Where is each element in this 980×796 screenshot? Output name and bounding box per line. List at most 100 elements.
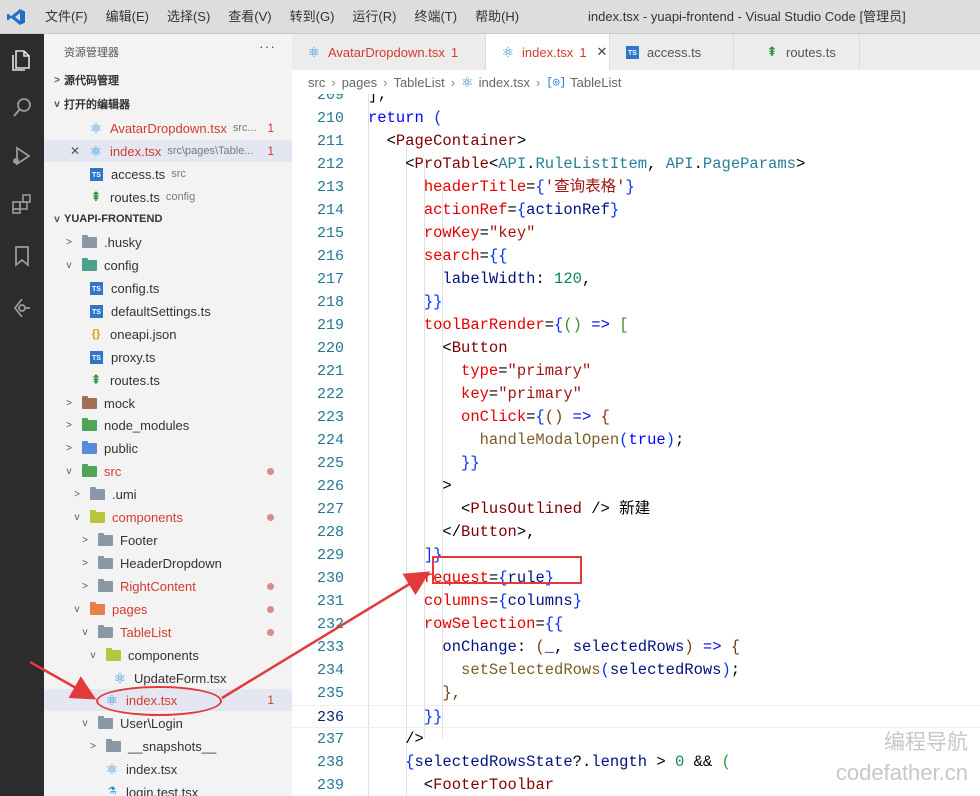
code-token: columns: [423, 592, 489, 610]
code-token: }: [572, 592, 582, 610]
code-text: <FooterToolbar: [368, 774, 554, 796]
breadcrumb-item[interactable]: TableList: [393, 75, 444, 90]
extensions-icon[interactable]: [6, 188, 38, 220]
menu-item[interactable]: 终端(T): [405, 0, 466, 34]
tree-file[interactable]: TS proxy.ts: [44, 346, 292, 368]
line-number: 220: [316, 340, 344, 357]
code-text: }}: [368, 706, 443, 729]
chevron-right-icon: >: [54, 74, 60, 86]
symbol-icon: [◎]: [546, 77, 567, 89]
tab-avatar-dropdown[interactable]: ⚛ AvatarDropdown.tsx 1: [292, 34, 486, 70]
watermark-title: 编程导航: [884, 731, 968, 754]
breadcrumb-item[interactable]: index.tsx: [479, 75, 530, 90]
breadcrumb-item[interactable]: src: [308, 75, 325, 90]
tree-folder[interactable]: v pages: [44, 598, 292, 620]
code-token: >: [647, 753, 675, 771]
code-token: =: [479, 224, 489, 242]
tree-folder[interactable]: > RightContent: [44, 575, 292, 597]
tree-folder[interactable]: > .umi: [44, 483, 292, 505]
tab-access[interactable]: TS access.ts: [610, 34, 734, 70]
breadcrumb-item[interactable]: TableList: [570, 75, 621, 90]
tree-folder[interactable]: > HeaderDropdown: [44, 552, 292, 574]
close-icon[interactable]: ✕: [70, 144, 88, 158]
code-line: 232 rowSelection={{: [292, 613, 980, 636]
code-token: search: [423, 247, 480, 265]
tree-folder[interactable]: v src: [44, 460, 292, 482]
search-icon[interactable]: [6, 92, 38, 124]
line-number: 209: [316, 94, 344, 104]
more-actions-icon[interactable]: ···: [259, 38, 276, 54]
explorer-icon[interactable]: [6, 44, 38, 76]
code-token: >,: [516, 523, 536, 541]
code-text: onClick={() => {: [368, 406, 610, 429]
code-token: ): [684, 638, 694, 656]
tree-file[interactable]: ⇞ routes.ts: [44, 369, 292, 391]
code-line: 228 </Button>,: [292, 521, 980, 544]
tree-folder[interactable]: > node_modules: [44, 414, 292, 436]
tree-file[interactable]: TS defaultSettings.ts: [44, 300, 292, 322]
run-debug-icon[interactable]: [6, 140, 38, 172]
tree-folder[interactable]: v components: [44, 506, 292, 528]
code-text: headerTitle={'查询表格'}: [368, 176, 635, 199]
chevron-right-icon: >: [82, 534, 88, 546]
folder-icon: [82, 463, 97, 477]
tree-file[interactable]: TS config.ts: [44, 277, 292, 299]
open-editor-item[interactable]: ⚛ AvatarDropdown.tsx src... 1: [44, 117, 292, 139]
tree-folder[interactable]: > __snapshots__: [44, 735, 292, 757]
code-token: {: [405, 753, 415, 771]
menu-item[interactable]: 转到(G): [281, 0, 344, 34]
close-icon[interactable]: ✕: [597, 44, 608, 60]
code-token: .: [693, 155, 703, 173]
line-number: 229: [316, 547, 344, 564]
tab-index[interactable]: ⚛ index.tsx 1 ✕: [486, 34, 610, 70]
tree-file[interactable]: ⚗ login.test.tsx: [44, 781, 292, 796]
tree-folder[interactable]: v components: [44, 644, 292, 666]
line-number: 235: [316, 685, 344, 702]
code-editor[interactable]: 209]; 210 return (211 <PageContainer> 212 <…: [292, 94, 980, 796]
modified-dot: [267, 605, 274, 613]
section-open-editors[interactable]: v 打开的编辑器: [44, 93, 292, 115]
menu-item[interactable]: 选择(S): [158, 0, 219, 34]
tree-folder[interactable]: v config: [44, 254, 292, 276]
open-editor-item[interactable]: TS access.ts src: [44, 163, 292, 185]
bookmark-icon[interactable]: [6, 240, 38, 272]
git-graph-icon[interactable]: [6, 292, 38, 324]
code-token: selectedRows: [572, 638, 685, 656]
menu-item[interactable]: 帮助(H): [466, 0, 528, 34]
section-project[interactable]: v YUAPI-FRONTEND: [44, 208, 292, 230]
code-text: toolBarRender={() => [: [368, 314, 629, 337]
line-number: 218: [316, 294, 344, 311]
code-token: ;: [675, 431, 685, 449]
tree-file[interactable]: {} oneapi.json: [44, 323, 292, 345]
menu-item[interactable]: 文件(F): [36, 0, 97, 34]
tree-folder[interactable]: > .husky: [44, 231, 292, 253]
code-token: =>: [581, 316, 620, 334]
tree-folder[interactable]: v TableList: [44, 621, 292, 643]
modified-dot: [267, 513, 274, 521]
tree-folder[interactable]: > mock: [44, 392, 292, 414]
section-source-control[interactable]: > 源代码管理: [44, 69, 292, 91]
breadcrumb-item[interactable]: pages: [342, 75, 377, 90]
tree-folder[interactable]: > public: [44, 437, 292, 459]
tree-file[interactable]: ⚛ index.tsx: [44, 758, 292, 780]
code-text: rowKey="key": [368, 222, 536, 245]
code-text: />: [368, 728, 424, 751]
code-token: {: [554, 316, 564, 334]
open-editor-item[interactable]: ✕ ⚛ index.tsx src\pages\Table... 1: [44, 140, 292, 162]
code-line: 235 },: [292, 682, 980, 705]
code-text: <PlusOutlined /> 新建: [368, 498, 650, 521]
code-text: return (: [368, 107, 442, 130]
json-file-icon: {}: [91, 328, 101, 340]
section-label: 源代码管理: [64, 75, 119, 87]
menu-item[interactable]: 编辑(E): [97, 0, 158, 34]
tree-folder[interactable]: > Footer: [44, 529, 292, 551]
typescript-file-icon: TS: [626, 45, 639, 59]
code-token: =>: [563, 408, 601, 426]
menu-item[interactable]: 查看(V): [219, 0, 280, 34]
code-token: >: [368, 477, 452, 495]
open-editor-item[interactable]: ⇞ routes.ts config: [44, 186, 292, 208]
tab-routes[interactable]: ⇞ routes.ts: [734, 34, 860, 70]
line-number: 224: [316, 432, 344, 449]
code-token: onChange: [442, 638, 517, 656]
menu-item[interactable]: 运行(R): [343, 0, 405, 34]
